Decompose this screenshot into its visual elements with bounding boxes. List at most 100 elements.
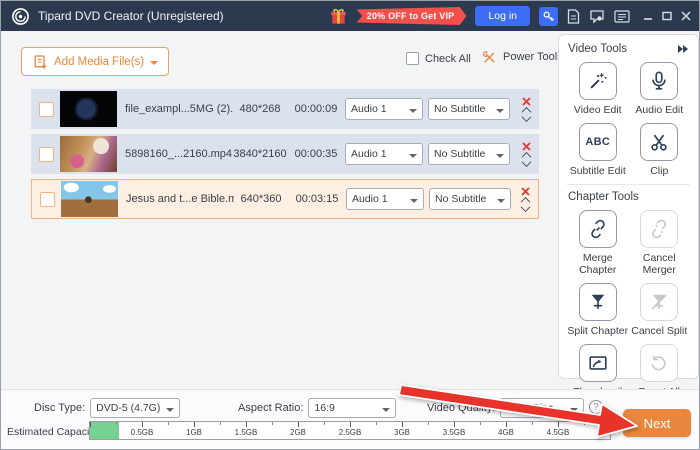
audio-track-select[interactable]: Audio 1 xyxy=(345,143,423,165)
add-file-icon xyxy=(32,53,48,71)
tool-label: Cancel Merger xyxy=(629,252,691,276)
tool-label: Split Chapter xyxy=(567,325,628,337)
remove-file-icon[interactable] xyxy=(522,142,531,151)
row-checkbox[interactable] xyxy=(39,102,54,117)
close-button[interactable] xyxy=(681,11,691,21)
check-all-control[interactable]: Check All xyxy=(406,52,471,65)
scissors-icon xyxy=(648,131,670,153)
help-icon[interactable] xyxy=(589,400,603,414)
video-thumbnail xyxy=(61,181,118,217)
tool-label: Cancel Split xyxy=(631,325,687,337)
chevron-down-icon xyxy=(570,408,578,416)
file-duration: 00:00:09 xyxy=(287,103,345,115)
power-tools-label: Power Tools xyxy=(503,51,563,63)
minimize-button[interactable] xyxy=(643,11,653,21)
check-all-label: Check All xyxy=(425,53,471,65)
audio-track-select[interactable]: Audio 1 xyxy=(346,188,424,210)
bottom-bar: Disc Type: DVD-5 (4.7G) Aspect Ratio: 16… xyxy=(1,389,699,449)
file-name: 5898160_...2160.mp4 xyxy=(125,148,233,160)
table-row-selected[interactable]: Jesus and t...e Bible.mp4 640*360 00:03:… xyxy=(31,179,539,219)
video-tools-title: Video Tools xyxy=(568,43,627,55)
thumbnail-icon xyxy=(587,352,609,374)
remove-file-icon[interactable] xyxy=(522,97,531,106)
reset-icon xyxy=(648,352,670,374)
promo-badge[interactable]: 20% OFF to Get VIP xyxy=(357,7,467,25)
chapter-tools-title: Chapter Tools xyxy=(568,191,639,203)
add-media-label: Add Media File(s) xyxy=(54,56,144,68)
chevron-down-icon xyxy=(496,109,504,117)
file-duration: 00:03:15 xyxy=(288,193,346,205)
chevron-down-icon xyxy=(409,154,417,162)
tool-label: Audio Edit xyxy=(635,104,683,116)
maximize-button[interactable] xyxy=(662,11,672,21)
menu-icon[interactable] xyxy=(614,10,630,23)
aspect-ratio-select[interactable]: 16:9 xyxy=(308,398,396,418)
next-button[interactable]: Next xyxy=(623,409,691,437)
titlebar: Tipard DVD Creator (Unregistered) 20% OF… xyxy=(1,1,699,31)
power-tools-button[interactable]: Power Tools xyxy=(481,49,563,65)
audio-track-select[interactable]: Audio 1 xyxy=(345,98,423,120)
cancel-merger-button[interactable]: Cancel Merger xyxy=(629,210,691,276)
chain-link-icon xyxy=(587,218,609,240)
tools-panel: Video Tools Video Edit Audio Edit ABC Su… xyxy=(558,34,699,379)
row-checkbox[interactable] xyxy=(40,192,55,207)
capacity-tick-label: 2GB xyxy=(290,428,306,437)
video-edit-button[interactable]: Video Edit xyxy=(567,62,629,116)
table-row[interactable]: 5898160_...2160.mp4 3840*2160 00:00:35 A… xyxy=(31,134,539,174)
cancel-split-button[interactable]: Cancel Split xyxy=(629,283,691,337)
add-media-button[interactable]: Add Media File(s) xyxy=(21,47,169,76)
gift-icon[interactable] xyxy=(329,6,348,26)
merge-chapter-button[interactable]: Merge Chapter xyxy=(567,210,629,276)
capacity-tick-label: 0.5GB xyxy=(131,428,154,437)
window-title: Tipard DVD Creator (Unregistered) xyxy=(38,9,224,23)
subtitle-edit-button[interactable]: ABC Subtitle Edit xyxy=(567,123,629,177)
capacity-tick-label: 3.5GB xyxy=(443,428,466,437)
tool-label: Video Edit xyxy=(574,104,622,116)
file-resolution: 3840*2160 xyxy=(233,148,287,160)
app-window: Tipard DVD Creator (Unregistered) 20% OF… xyxy=(0,0,700,450)
check-all-checkbox[interactable] xyxy=(406,52,419,65)
video-thumbnail xyxy=(60,136,117,172)
file-duration: 00:00:35 xyxy=(287,148,345,160)
remove-file-icon[interactable] xyxy=(521,187,530,196)
capacity-tick-label: 4.5GB xyxy=(547,428,570,437)
split-icon xyxy=(587,291,609,313)
chevron-down-icon xyxy=(409,109,417,117)
subtitle-select[interactable]: No Subtitle xyxy=(429,188,511,210)
file-resolution: 640*360 xyxy=(234,193,288,205)
clip-button[interactable]: Clip xyxy=(629,123,691,177)
chevron-down-icon xyxy=(150,61,158,69)
app-logo-icon xyxy=(11,7,30,26)
split-chapter-button[interactable]: Split Chapter xyxy=(567,283,629,337)
video-quality-select[interactable]: Fit to Disc xyxy=(500,398,584,418)
feedback-icon[interactable] xyxy=(589,9,605,24)
capacity-tick-label: 2.5GB xyxy=(339,428,362,437)
document-icon[interactable] xyxy=(567,9,580,24)
file-name: Jesus and t...e Bible.mp4 xyxy=(126,193,234,205)
subtitle-select[interactable]: No Subtitle xyxy=(428,143,510,165)
capacity-tick-label: 1.5GB xyxy=(235,428,258,437)
chevron-down-icon xyxy=(382,408,390,416)
tool-label: Merge Chapter xyxy=(567,252,629,276)
microphone-icon xyxy=(648,70,670,92)
audio-edit-button[interactable]: Audio Edit xyxy=(629,62,691,116)
login-button[interactable]: Log in xyxy=(475,6,530,26)
file-resolution: 480*268 xyxy=(233,103,287,115)
chevron-down-icon xyxy=(497,199,505,207)
capacity-bar: 0.5GB 1GB 1.5GB 2GB 2.5GB 3GB 3.5GB 4GB … xyxy=(89,421,611,440)
capacity-tick-label: 4GB xyxy=(498,428,514,437)
aspect-ratio-label: Aspect Ratio: xyxy=(238,402,303,414)
collapse-panel-icon[interactable] xyxy=(677,45,689,53)
register-key-icon[interactable] xyxy=(539,7,558,26)
row-checkbox[interactable] xyxy=(39,147,54,162)
table-row[interactable]: file_exampl...5MG (2).mp4 480*268 00:00:… xyxy=(31,89,539,129)
magic-wand-icon xyxy=(587,70,609,92)
tool-label: Subtitle Edit xyxy=(570,165,626,177)
tool-label: Clip xyxy=(650,165,668,177)
video-quality-label: Video Quality: xyxy=(427,402,495,414)
disc-type-label: Disc Type: xyxy=(34,402,85,414)
disc-type-select[interactable]: DVD-5 (4.7G) xyxy=(90,398,180,418)
power-tools-icon xyxy=(481,49,497,65)
broken-link-icon xyxy=(648,218,670,240)
subtitle-select[interactable]: No Subtitle xyxy=(428,98,510,120)
